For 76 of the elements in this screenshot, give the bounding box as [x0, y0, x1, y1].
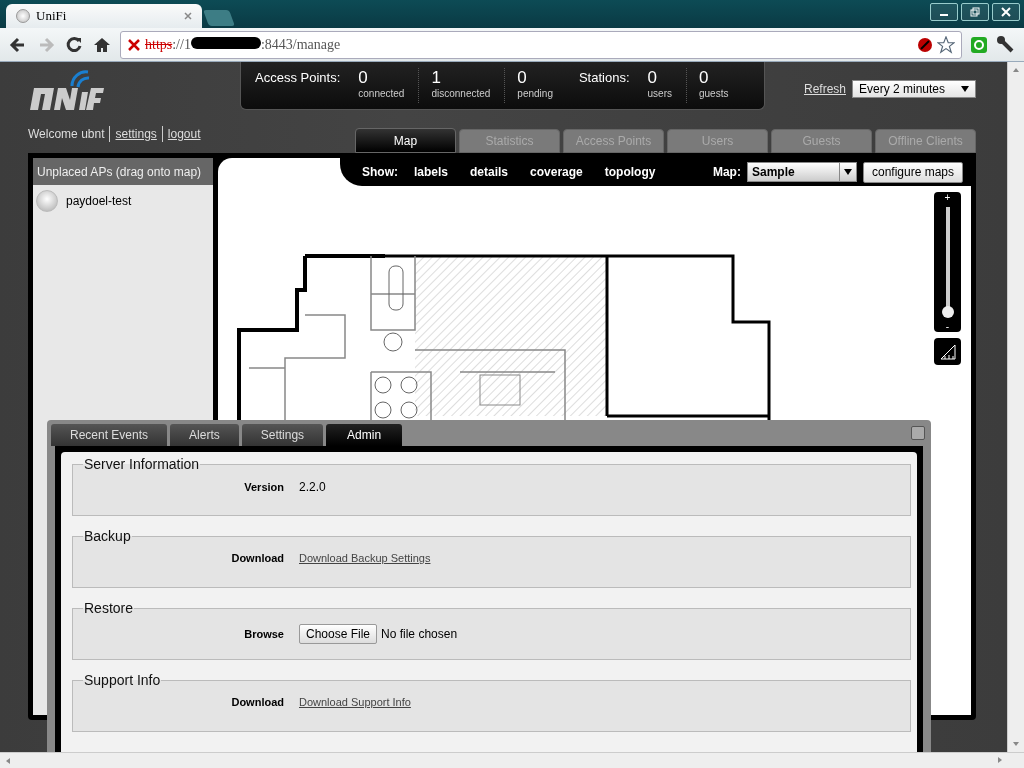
ruler-button[interactable] [934, 338, 961, 365]
close-icon[interactable] [184, 12, 192, 20]
download-link[interactable]: Download Backup Settings [299, 552, 431, 564]
caret-icon [961, 86, 969, 92]
show-option-link[interactable]: topology [604, 165, 656, 179]
field-value: 2.2.0 [299, 480, 326, 494]
reload-icon[interactable] [64, 34, 84, 55]
map-select[interactable]: Sample [746, 162, 857, 182]
field-label: Browse [243, 628, 284, 640]
ruler-icon [939, 343, 956, 360]
stat-value: 1 [431, 68, 442, 88]
minimize-button[interactable] [930, 3, 958, 21]
welcome-text: Welcome ubnt [28, 126, 105, 141]
section-title: Server Information [83, 456, 201, 472]
access-point-icon[interactable] [36, 190, 58, 212]
restore-icon [970, 7, 980, 17]
panel-tab[interactable]: Admin [326, 424, 403, 446]
wrench-icon[interactable] [996, 34, 1016, 55]
refresh-interval-select[interactable]: Every 2 minutes [852, 80, 976, 98]
stat-value: 0 [699, 68, 710, 88]
access-point-name[interactable]: paydoel-test [66, 194, 132, 208]
section-title: Backup [83, 528, 132, 544]
stat-label: Stations: [578, 70, 630, 87]
restore-button[interactable] [961, 3, 989, 21]
favicon-icon [16, 9, 30, 23]
header-link[interactable]: logout [167, 126, 201, 141]
new-tab-button[interactable] [203, 10, 235, 26]
zoom-out-button[interactable]: - [945, 321, 950, 332]
section-title: Restore [83, 600, 135, 616]
map-label: Map: [712, 165, 741, 179]
close-icon [1001, 7, 1011, 17]
scroll-arrow-icon[interactable] [4, 757, 12, 765]
zoom-slider-thumb[interactable] [941, 305, 954, 318]
file-status-text: No file chosen [381, 627, 458, 641]
show-option-link[interactable]: labels [414, 165, 449, 179]
close-button[interactable] [992, 3, 1020, 21]
panel-title: Unplaced APs (drag onto map) [33, 158, 213, 185]
horizontal-scrollbar[interactable] [0, 752, 1024, 768]
blocked-icon[interactable] [917, 36, 933, 53]
stat-caption: users [647, 88, 672, 99]
panel-tab[interactable]: Settings [241, 424, 324, 446]
stat-caption: guests [699, 88, 729, 99]
panel-tab[interactable]: Alerts [170, 424, 239, 446]
stat-caption: disconnected [431, 88, 491, 99]
refresh-link[interactable]: Refresh [803, 82, 846, 96]
choose-file-button[interactable]: Choose File [299, 624, 378, 644]
stat-value: 0 [647, 68, 658, 88]
stat-label: Access Points: [255, 70, 341, 87]
extension-icon[interactable] [970, 35, 988, 54]
star-icon[interactable] [937, 35, 955, 54]
field-label: Download [230, 696, 284, 708]
show-label: Show: [362, 165, 398, 179]
caret-icon [843, 169, 852, 175]
collapse-button[interactable] [911, 426, 925, 440]
browser-tab[interactable]: UniFi [6, 4, 202, 28]
zoom-slider[interactable]: + - [934, 192, 961, 332]
configure-maps-button[interactable]: configure maps [862, 161, 963, 183]
stat-value: 0 [358, 68, 369, 88]
stat-caption: connected [358, 88, 405, 99]
stat-caption: pending [517, 88, 553, 99]
download-link[interactable]: Download Support Info [299, 696, 411, 708]
stat-value: 0 [517, 68, 528, 88]
section-title: Support Info [83, 672, 162, 688]
redaction-mark [190, 36, 261, 49]
vertical-scrollbar[interactable] [1007, 62, 1024, 752]
panel-tab[interactable]: Recent Events [51, 424, 168, 446]
field-label: Download [230, 552, 284, 564]
header-link[interactable]: settings [115, 126, 157, 141]
minimize-icon [940, 14, 948, 16]
main-tab[interactable]: Map [355, 128, 456, 153]
address-bar[interactable]: https://1 :8443/manage [120, 30, 962, 59]
zoom-in-button[interactable]: + [944, 192, 951, 203]
scroll-arrow-icon[interactable] [1012, 66, 1020, 74]
show-option-link[interactable]: coverage [530, 165, 583, 179]
show-option-link[interactable]: details [470, 165, 509, 179]
field-label: Version [243, 481, 284, 493]
